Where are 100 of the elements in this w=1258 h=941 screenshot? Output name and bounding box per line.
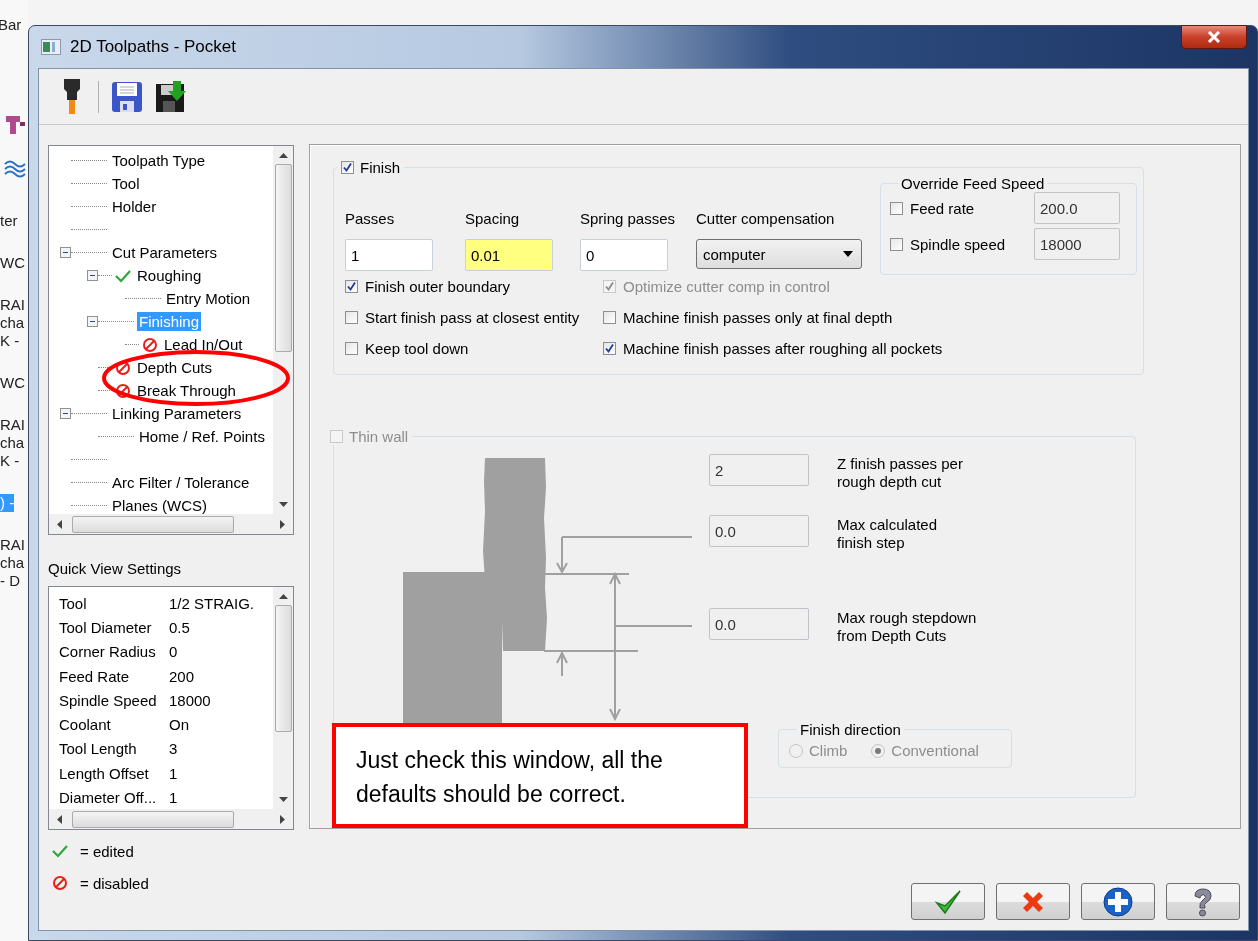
help-button[interactable] [1166, 883, 1240, 920]
vertical-scrollbar[interactable] [273, 146, 293, 514]
scroll-up-icon[interactable] [278, 153, 288, 158]
save-download-icon[interactable] [155, 80, 187, 113]
field-label: Passes [345, 210, 396, 228]
setting-name: Tool [59, 594, 88, 612]
tree-item[interactable]: Planes (WCS) [110, 496, 210, 514]
disabled-icon [52, 875, 68, 891]
checkbox[interactable] [345, 279, 358, 293]
checkbox-label: Start finish pass at closest entity [365, 308, 580, 326]
group-title: Finish direction [799, 721, 902, 738]
checkbox-label: Machine finish passes only at final depth [623, 308, 893, 326]
setting-name: Length Offset [59, 764, 150, 782]
tree-item[interactable]: Toolpath Type [110, 151, 208, 170]
window-title: 2D Toolpaths - Pocket [70, 37, 236, 57]
checkbox-label: Thin wall [349, 428, 409, 445]
tree-item[interactable]: Roughing [135, 266, 204, 285]
checkbox-label: Optimize cutter comp in control [623, 277, 830, 295]
setting-value: 18000 [169, 691, 211, 709]
close-icon [1207, 31, 1221, 43]
tool-holder-icon[interactable] [62, 78, 82, 115]
checkbox[interactable] [890, 201, 903, 215]
help-icon [1192, 886, 1214, 917]
tree-item[interactable]: Arc Filter / Tolerance [110, 473, 252, 492]
radio-label: Conventional [891, 742, 979, 759]
input-field[interactable]: 1 [345, 239, 433, 271]
checkbox-label: Finish outer boundary [365, 277, 511, 295]
setting-value: On [169, 716, 189, 734]
background-list-item: RAI cha - D [0, 536, 25, 590]
group-title: Override Feed Speed [900, 175, 1046, 192]
background-window-text: Bar [0, 16, 22, 34]
field-label: Spring passes [580, 210, 677, 228]
tree-item[interactable]: Entry Motion [164, 289, 253, 308]
field-label: Max calculated finish step [837, 515, 938, 552]
horizontal-scrollbar[interactable] [49, 809, 293, 829]
tree-item[interactable]: Linking Parameters [110, 404, 244, 423]
check-icon [934, 887, 962, 916]
scroll-left-icon[interactable] [57, 814, 62, 824]
checkbox-label: Keep tool down [365, 339, 469, 357]
legend-text: = disabled [80, 874, 149, 892]
collapse-icon[interactable] [60, 247, 71, 258]
add-button[interactable] [1081, 883, 1155, 920]
checkbox-label: Finish [360, 159, 400, 176]
background-list-item: WC [0, 374, 25, 392]
section-title: Quick View Settings [48, 560, 183, 578]
checkbox[interactable] [341, 161, 354, 174]
scroll-right-icon[interactable] [280, 814, 285, 824]
ok-button[interactable] [911, 883, 985, 920]
scroll-left-icon[interactable] [57, 519, 62, 529]
input-field[interactable]: 0.01 [465, 239, 553, 271]
setting-name: Feed Rate [59, 667, 131, 685]
collapse-icon[interactable] [87, 270, 98, 281]
checkbox[interactable] [345, 341, 358, 355]
setting-value: 1 [169, 764, 178, 782]
setting-value: 0 [169, 643, 178, 661]
check-icon [52, 844, 68, 858]
plus-icon [1103, 886, 1133, 917]
setting-value: 200 [169, 667, 195, 685]
save-icon[interactable] [111, 80, 143, 113]
background-list-item: RAI cha K - [0, 296, 25, 350]
collapse-icon[interactable] [60, 408, 71, 419]
checkbox[interactable] [345, 310, 358, 324]
setting-name: Diameter Off... [59, 789, 158, 806]
setting-value: 1 [169, 789, 178, 806]
cancel-button[interactable] [996, 883, 1070, 920]
field-label: Spacing [465, 210, 521, 228]
tree-item[interactable]: Tool [110, 174, 142, 193]
wave-icon[interactable] [4, 158, 26, 180]
checkbox[interactable] [603, 341, 616, 355]
caret-icon [843, 251, 853, 257]
scroll-down-icon[interactable] [278, 502, 288, 507]
field-label: Cutter compensation [696, 210, 836, 228]
checkbox[interactable] [603, 310, 616, 324]
collapse-icon[interactable] [87, 316, 98, 327]
vertical-scrollbar[interactable] [273, 587, 293, 809]
background-list-item: WC [0, 254, 25, 272]
setting-name: Corner Radius [59, 643, 157, 661]
tree-item[interactable]: Home / Ref. Points [137, 427, 267, 446]
radio-label: Climb [809, 742, 848, 759]
checkbox[interactable] [890, 237, 903, 251]
setting-value: 0.5 [169, 618, 190, 636]
close-button[interactable] [1181, 25, 1247, 49]
horizontal-scrollbar[interactable] [49, 514, 293, 534]
window-icon [41, 39, 61, 55]
scroll-right-icon[interactable] [280, 519, 285, 529]
setting-value: 3 [169, 740, 178, 758]
background-list-item: RAI cha K - [0, 416, 25, 470]
cutter-compensation-dropdown[interactable]: computer [696, 239, 862, 269]
field-label: Z finish passes per rough depth cut [837, 454, 963, 491]
tree-item[interactable]: Holder [110, 197, 159, 216]
setting-name: Coolant [59, 716, 112, 734]
checkbox-label: Feed rate [910, 199, 976, 217]
setting-name: Tool Diameter [59, 618, 153, 636]
tree-item[interactable]: Cut Parameters [110, 243, 220, 262]
scroll-down-icon[interactable] [278, 797, 288, 802]
scroll-up-icon[interactable] [278, 594, 288, 599]
setting-name: Spindle Speed [59, 691, 158, 709]
input-field[interactable]: 0 [580, 239, 668, 271]
field-label: Max rough stepdown from Depth Cuts [837, 608, 977, 645]
background-list-item: ) - [0, 494, 15, 512]
